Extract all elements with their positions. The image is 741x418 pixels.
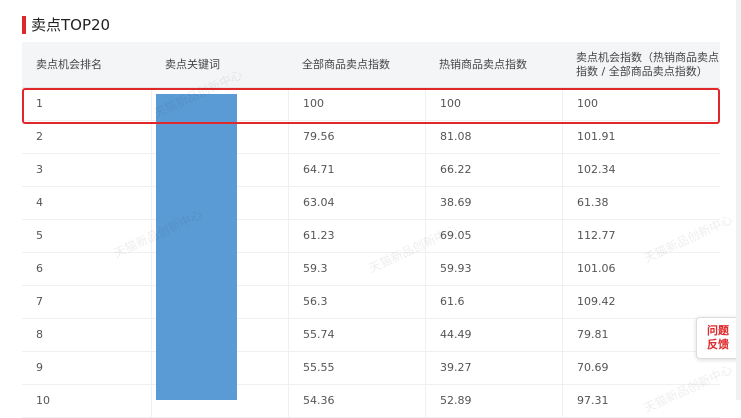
feedback-button[interactable]: 问题 反馈 xyxy=(696,317,740,359)
section-title: 卖点TOP20 xyxy=(31,16,111,34)
header-opportunity-index: 卖点机会指数（热销商品卖点指数 / 全部商品卖点指数） xyxy=(576,50,719,78)
cell-rank: 3 xyxy=(36,163,43,176)
cell-all-index: 56.3 xyxy=(288,286,425,318)
table-body: 1 100 100 100 2 79.56 81.08 101.91 3 64.71 66.22 10… xyxy=(22,88,720,418)
table-row: 5 61.23 69.05 112.77 xyxy=(22,220,720,253)
keyword-mask xyxy=(156,94,237,400)
table-row: 6 59.3 59.93 101.06 xyxy=(22,253,720,286)
cell-hot-index: 52.89 xyxy=(425,385,562,417)
cell-hot-index: 59.93 xyxy=(425,253,562,285)
cell-rank: 10 xyxy=(36,394,50,407)
row-highlight xyxy=(22,88,720,124)
table-row: 8 55.74 44.49 79.81 xyxy=(22,319,720,352)
cell-opportunity-index: 102.34 xyxy=(562,154,720,186)
cell-rank: 7 xyxy=(36,295,43,308)
cell-all-index: 55.74 xyxy=(288,319,425,351)
cell-hot-index: 66.22 xyxy=(425,154,562,186)
cell-opportunity-index: 101.91 xyxy=(562,121,720,153)
feedback-label-line1: 问题 xyxy=(707,324,729,337)
cell-opportunity-index: 61.38 xyxy=(562,187,720,219)
table-row: 7 56.3 61.6 109.42 xyxy=(22,286,720,319)
cell-opportunity-index: 112.77 xyxy=(562,220,720,252)
scrollbar[interactable] xyxy=(736,0,741,400)
cell-opportunity-index: 101.06 xyxy=(562,253,720,285)
cell-hot-index: 39.27 xyxy=(425,352,562,384)
cell-all-index: 54.36 xyxy=(288,385,425,417)
cell-hot-index: 44.49 xyxy=(425,319,562,351)
table-row: 9 55.55 39.27 70.69 xyxy=(22,352,720,385)
cell-rank: 9 xyxy=(36,361,43,374)
table-row: 10 54.36 52.89 97.31 xyxy=(22,385,720,418)
header-all-index: 全部商品卖点指数 xyxy=(302,57,390,71)
cell-opportunity-index: 109.42 xyxy=(562,286,720,318)
cell-all-index: 79.56 xyxy=(288,121,425,153)
cell-hot-index: 81.08 xyxy=(425,121,562,153)
cell-rank: 6 xyxy=(36,262,43,275)
table-row: 2 79.56 81.08 101.91 xyxy=(22,121,720,154)
cell-hot-index: 61.6 xyxy=(425,286,562,318)
cell-rank: 4 xyxy=(36,196,43,209)
cell-opportunity-index: 97.31 xyxy=(562,385,720,417)
cell-all-index: 59.3 xyxy=(288,253,425,285)
table-row: 3 64.71 66.22 102.34 xyxy=(22,154,720,187)
cell-rank: 8 xyxy=(36,328,43,341)
feedback-label-line2: 反馈 xyxy=(707,338,729,351)
cell-rank: 2 xyxy=(36,130,43,143)
table-header: 卖点机会排名 卖点关键词 全部商品卖点指数 热销商品卖点指数 卖点机会指数（热销… xyxy=(22,42,720,88)
cell-all-index: 61.23 xyxy=(288,220,425,252)
table-row: 4 63.04 38.69 61.38 xyxy=(22,187,720,220)
cell-hot-index: 69.05 xyxy=(425,220,562,252)
cell-rank: 5 xyxy=(36,229,43,242)
header-keyword: 卖点关键词 xyxy=(165,57,220,71)
section-title-marker xyxy=(22,16,26,34)
cell-all-index: 63.04 xyxy=(288,187,425,219)
cell-hot-index: 38.69 xyxy=(425,187,562,219)
header-hot-index: 热销商品卖点指数 xyxy=(439,57,527,71)
cell-all-index: 55.55 xyxy=(288,352,425,384)
cell-all-index: 64.71 xyxy=(288,154,425,186)
header-rank: 卖点机会排名 xyxy=(36,57,102,71)
